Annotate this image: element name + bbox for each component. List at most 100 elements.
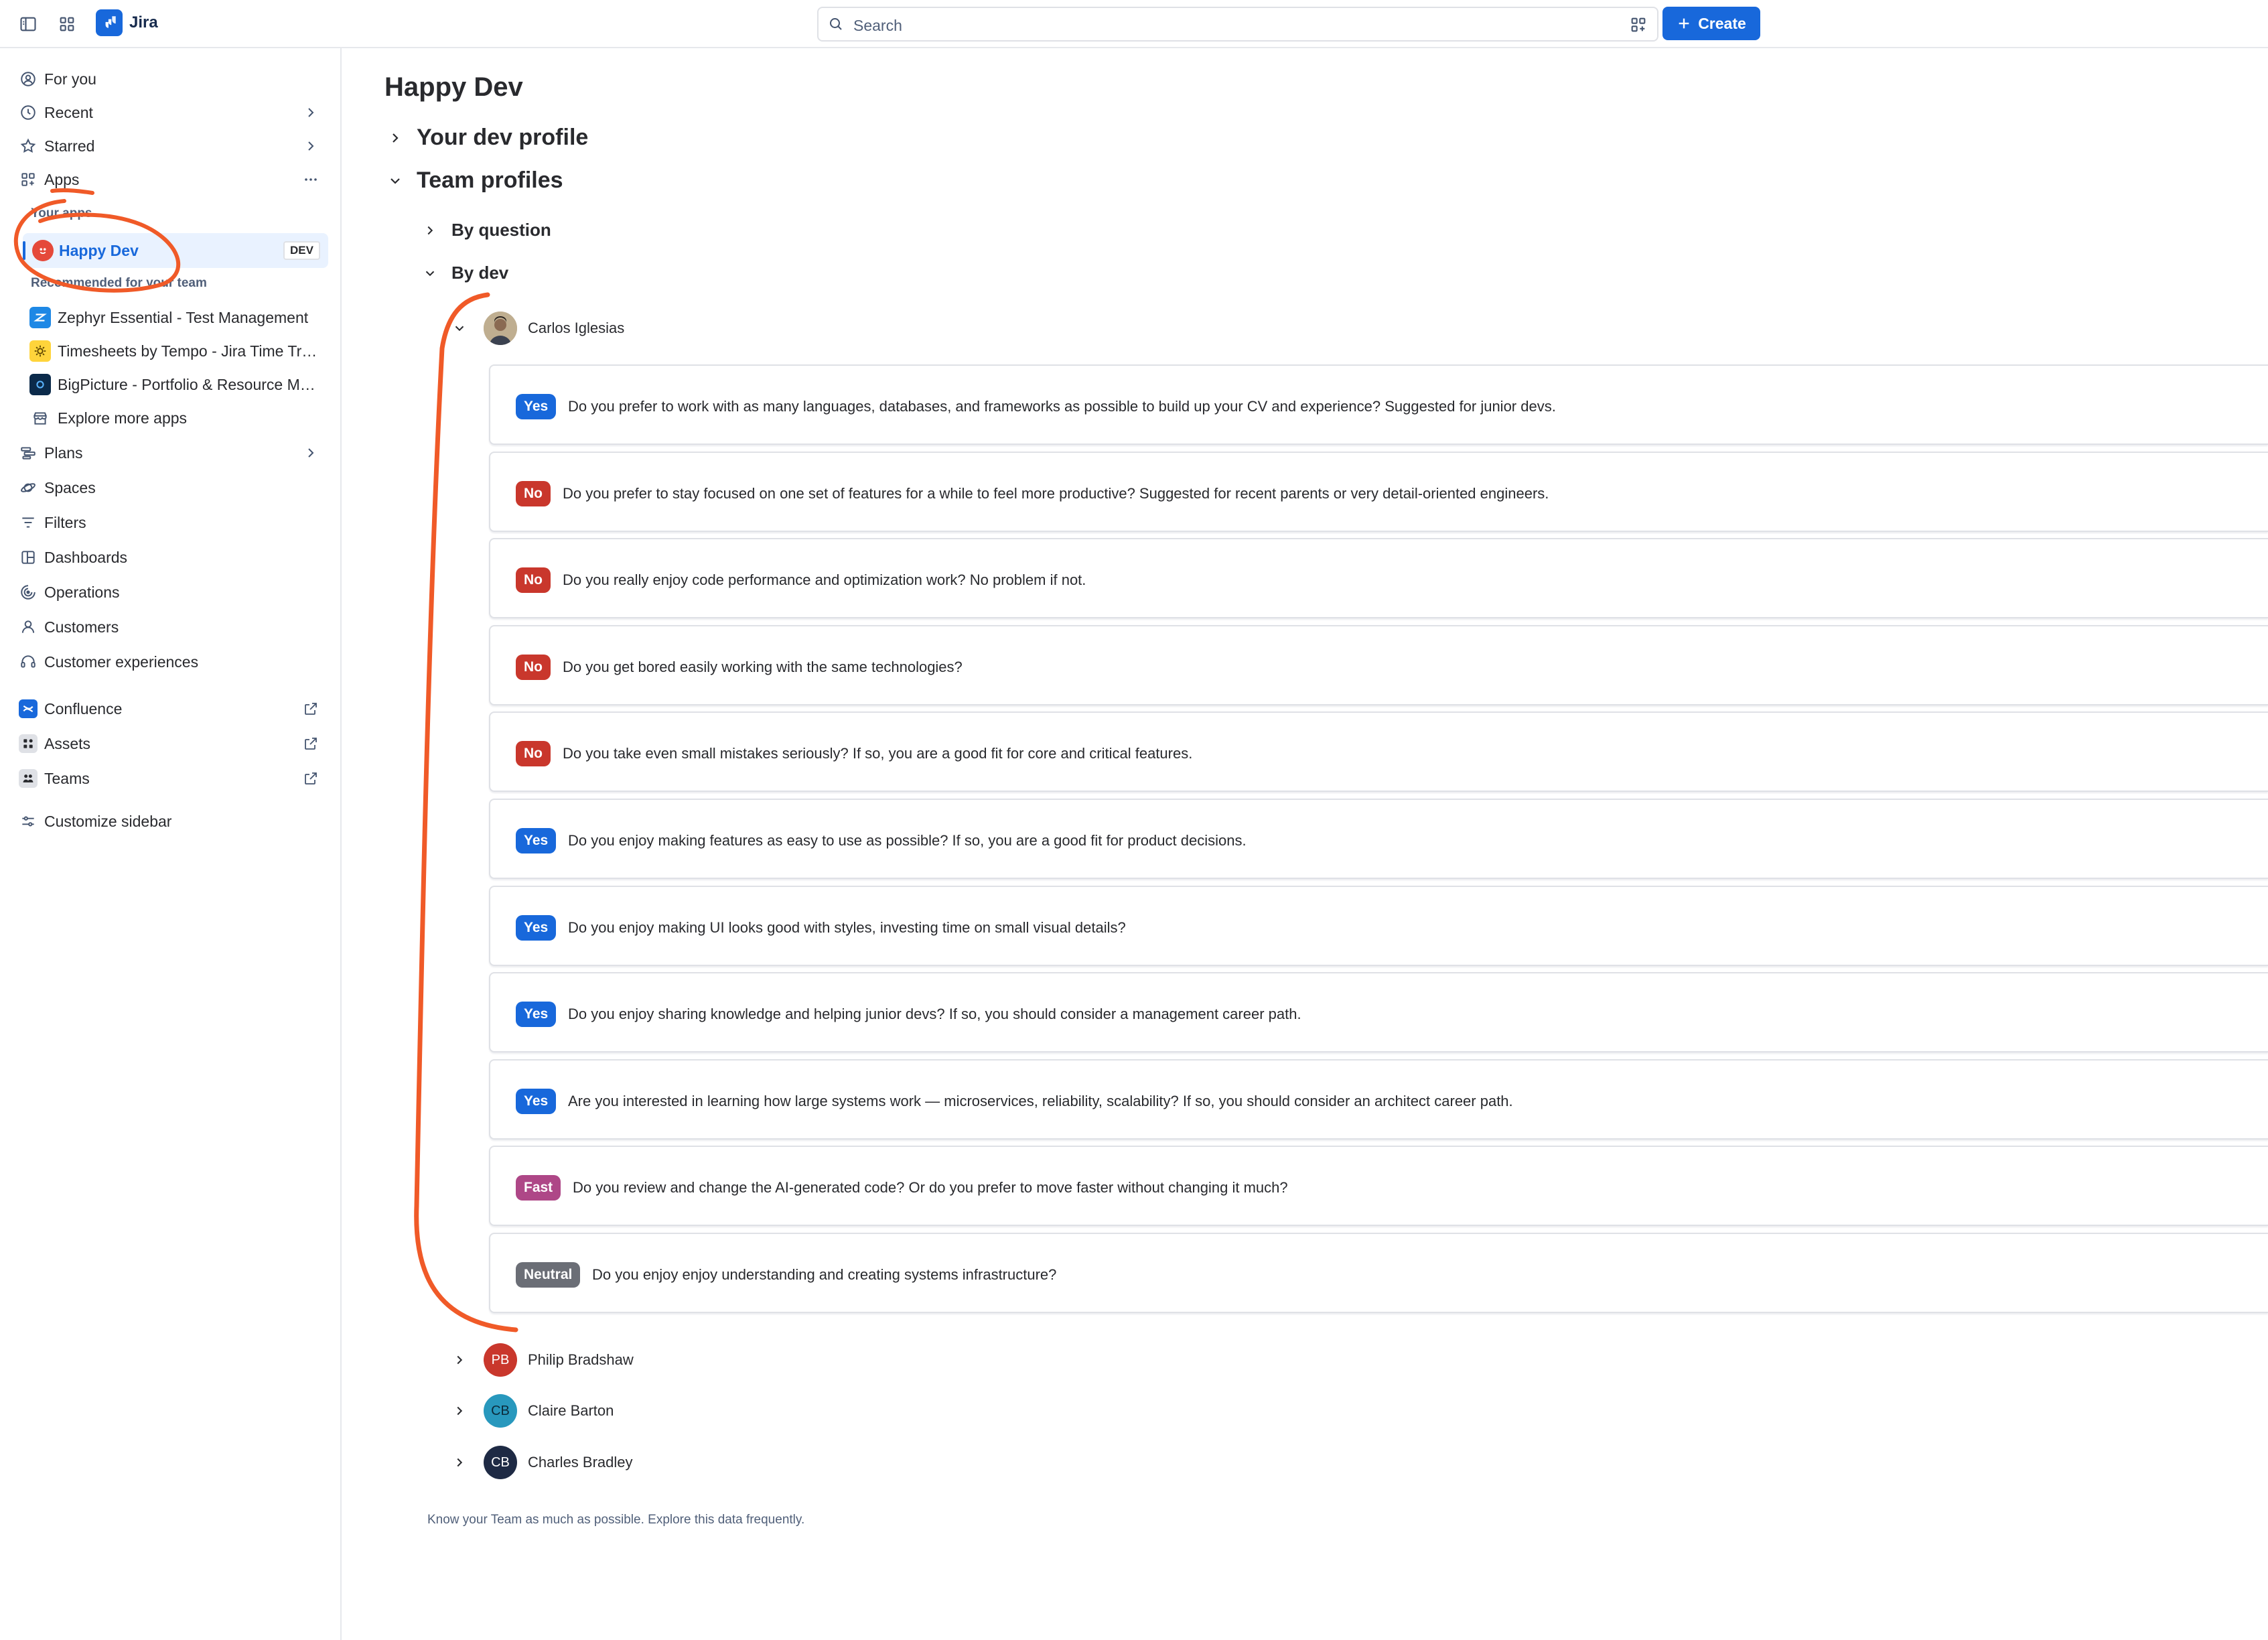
sidebar-item-bigpicture[interactable]: BigPicture - Portfolio & Resource Manage…	[29, 370, 327, 399]
sidebar-item-customer-experiences[interactable]: Customer experiences	[19, 647, 327, 677]
team-profiles-toggle[interactable]: Team profiles	[386, 167, 563, 194]
chevron-right-icon	[450, 1453, 469, 1472]
happy-dev-icon	[32, 240, 54, 261]
question-text: Do you prefer to stay focused on one set…	[563, 485, 1549, 502]
sidebar-item-label: Assets	[44, 734, 91, 752]
chevron-down-icon	[421, 264, 439, 283]
by-question-toggle[interactable]: By question	[421, 220, 551, 241]
question-text: Do you get bored easily working with the…	[563, 659, 963, 675]
sidebar-item-tempo[interactable]: Timesheets by Tempo - Jira Time Tracking	[29, 336, 327, 366]
sidebar-item-happy-dev[interactable]: Happy Dev DEV	[23, 233, 328, 268]
sidebar-toggle-icon[interactable]	[16, 12, 40, 36]
search-icon	[830, 18, 842, 30]
chevron-down-icon	[450, 319, 469, 338]
sidebar-item-filters[interactable]: Filters	[19, 508, 327, 537]
question-text: Do you review and change the AI-generate…	[573, 1179, 1288, 1196]
sidebar-item-explore-apps[interactable]: Explore more apps	[29, 403, 327, 433]
avatar: CB	[484, 1394, 517, 1428]
question-text: Do you enjoy making features as easy to …	[568, 832, 1247, 849]
search-placeholder: Search	[853, 17, 902, 34]
jira-logo-icon[interactable]	[96, 9, 123, 36]
sidebar-item-confluence[interactable]: Confluence	[19, 694, 327, 724]
sidebar-item-spaces[interactable]: Spaces	[19, 473, 327, 502]
chevron-right-icon[interactable]	[303, 138, 319, 154]
your-dev-profile-toggle[interactable]: Your dev profile	[386, 125, 588, 151]
sidebar-item-starred[interactable]: Starred	[19, 131, 327, 161]
sidebar-item-teams[interactable]: Teams	[19, 764, 327, 793]
dev-row-charles-bradley[interactable]: CB Charles Bradley	[450, 1444, 633, 1481]
sidebar-item-label: Happy Dev	[59, 242, 139, 259]
sidebar-item-recent[interactable]: Recent	[19, 98, 327, 127]
answer-lozenge: Yes	[516, 1089, 557, 1114]
answer-card: No Do you really enjoy code performance a…	[489, 538, 2268, 618]
headset-icon	[19, 653, 38, 671]
sidebar-item-operations[interactable]: Operations	[19, 577, 327, 607]
answer-lozenge: No	[516, 567, 551, 593]
by-dev-toggle[interactable]: By dev	[421, 263, 508, 283]
chevron-right-icon[interactable]	[303, 445, 319, 461]
dashboard-icon	[19, 548, 38, 567]
external-link-icon[interactable]	[303, 701, 319, 717]
section-heading: Your dev profile	[417, 125, 589, 150]
avatar: PB	[484, 1343, 517, 1377]
dev-row-claire-barton[interactable]: CB Claire Barton	[450, 1392, 614, 1430]
sidebar-item-apps[interactable]: Apps	[19, 165, 327, 194]
app-switcher-icon[interactable]	[55, 12, 79, 36]
zephyr-icon	[29, 307, 51, 328]
search-filter-icon[interactable]	[1629, 15, 1648, 34]
answer-lozenge: No	[516, 655, 551, 680]
dev-row-carlos-iglesias[interactable]: Carlos Iglesias	[450, 310, 624, 347]
question-text: Do you enjoy enjoy understanding and cre…	[592, 1266, 1057, 1283]
search-input[interactable]: Search	[817, 7, 1658, 42]
answer-card: No Do you prefer to stay focused on one s…	[489, 452, 2268, 532]
app-name[interactable]: Jira	[129, 13, 158, 32]
apps-icon	[19, 170, 38, 189]
star-icon	[19, 137, 38, 155]
sidebar-item-for-you[interactable]: For you	[19, 64, 327, 94]
sidebar-item-label: Timesheets by Tempo - Jira Time Tracking	[58, 342, 323, 360]
sidebar-item-label: Plans	[44, 443, 83, 462]
sidebar: For you Recent Starred Apps Your apps Ha…	[0, 48, 342, 1640]
plans-icon	[19, 443, 38, 462]
dev-badge: DEV	[283, 241, 320, 260]
answer-card: No Do you take even small mistakes seriou…	[489, 711, 2268, 792]
create-label: Create	[1698, 14, 1746, 32]
answer-card: No Do you get bored easily working with t…	[489, 625, 2268, 705]
sidebar-item-assets[interactable]: Assets	[19, 729, 327, 758]
chevron-right-icon[interactable]	[303, 105, 319, 121]
footer-note: Know your Team as much as possible. Expl…	[427, 1513, 805, 1527]
answer-card: Yes Do you prefer to work with as many la…	[489, 364, 2268, 445]
sidebar-item-customers[interactable]: Customers	[19, 612, 327, 642]
customer-icon	[19, 618, 38, 636]
sidebar-item-zephyr[interactable]: Zephyr Essential - Test Management	[29, 303, 327, 332]
section-heading: Team profiles	[417, 167, 563, 193]
page-title: Happy Dev	[384, 72, 523, 102]
sidebar-item-plans[interactable]: Plans	[19, 438, 327, 468]
clock-icon	[19, 103, 38, 122]
question-text: Are you interested in learning how large…	[568, 1093, 1513, 1109]
plus-icon	[1679, 18, 1689, 29]
question-text: Do you enjoy sharing knowledge and helpi…	[568, 1006, 1301, 1022]
create-button[interactable]: Create	[1662, 7, 1760, 40]
section-label-your-apps: Your apps	[31, 206, 92, 220]
store-icon	[29, 407, 51, 429]
chevron-right-icon	[386, 129, 405, 147]
question-text: Do you really enjoy code performance and…	[563, 571, 1086, 588]
sidebar-item-label: Spaces	[44, 478, 96, 496]
person-circle-icon	[19, 70, 38, 88]
sidebar-item-label: Customer experiences	[44, 653, 199, 671]
tempo-icon	[29, 340, 51, 362]
external-link-icon[interactable]	[303, 736, 319, 752]
external-link-icon[interactable]	[303, 770, 319, 787]
customize-sidebar-button[interactable]: Customize sidebar	[19, 807, 327, 836]
sidebar-item-label: Explore more apps	[58, 409, 188, 427]
top-navigation-bar: Jira Search Create	[0, 0, 2268, 48]
more-options-icon[interactable]	[303, 172, 319, 188]
sidebar-item-label: Teams	[44, 769, 90, 787]
answer-card: Yes Do you enjoy making features as easy …	[489, 799, 2268, 879]
sidebar-item-dashboards[interactable]: Dashboards	[19, 543, 327, 572]
sidebar-item-label: For you	[44, 70, 96, 88]
dev-row-philip-bradshaw[interactable]: PB Philip Bradshaw	[450, 1341, 634, 1379]
active-indicator	[23, 241, 25, 260]
confluence-icon	[19, 699, 38, 718]
